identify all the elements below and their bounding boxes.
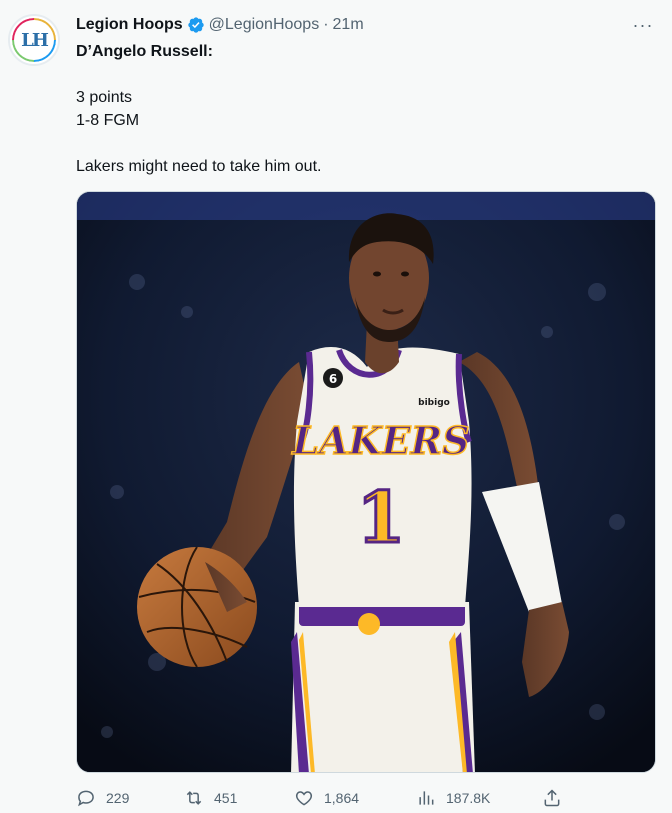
- share-icon: [544, 789, 560, 807]
- like-icon: [295, 791, 313, 806]
- tweet-actions: 229 451 1,864 187.8K: [76, 784, 576, 812]
- views-button[interactable]: 187.8K: [416, 788, 490, 808]
- views-icon: [419, 791, 434, 805]
- verified-badge-icon: [187, 17, 204, 33]
- like-button[interactable]: 1,864: [294, 788, 359, 808]
- tweet-line-comment: Lakers might need to take him out.: [76, 158, 322, 175]
- tweet-text: D’Angelo Russell: 3 points 1-8 FGM Laker…: [76, 40, 656, 178]
- tweet-photo[interactable]: LAKERS 1 6 bibigo: [76, 191, 656, 773]
- author-handle[interactable]: @LegionHoops: [209, 14, 320, 36]
- timestamp[interactable]: 21m: [333, 14, 364, 36]
- more-icon[interactable]: ···: [632, 14, 654, 36]
- retweet-count: 451: [214, 790, 238, 806]
- tweet-header: Legion Hoops @LegionHoops · 21m: [76, 14, 364, 36]
- reply-count: 229: [106, 790, 130, 806]
- avatar-monogram: LH: [21, 29, 49, 51]
- tweet-line-title: D’Angelo Russell:: [76, 43, 213, 60]
- jersey-sponsor: bibigo: [418, 398, 450, 408]
- reply-icon: [78, 790, 94, 807]
- player-photo: LAKERS 1 6 bibigo: [77, 192, 655, 772]
- separator-dot: ·: [323, 16, 329, 33]
- views-count: 187.8K: [446, 790, 491, 806]
- retweet-button[interactable]: 451: [184, 788, 237, 808]
- jersey-wordmark: LAKERS: [291, 418, 469, 463]
- jersey-number: 1: [357, 476, 406, 559]
- author-name[interactable]: Legion Hoops: [76, 14, 183, 36]
- jersey-patch: 6: [329, 372, 337, 386]
- tweet-line-fgm: 1-8 FGM: [76, 112, 140, 129]
- tweet-line-points: 3 points: [76, 89, 133, 106]
- share-button[interactable]: [542, 788, 562, 808]
- avatar[interactable]: LH: [8, 14, 60, 66]
- tweet[interactable]: LH Legion Hoops @LegionHoops · 21m ··· D…: [0, 0, 672, 813]
- reply-button[interactable]: 229: [76, 788, 129, 808]
- like-count: 1,864: [324, 790, 360, 806]
- retweet-icon: [186, 791, 202, 805]
